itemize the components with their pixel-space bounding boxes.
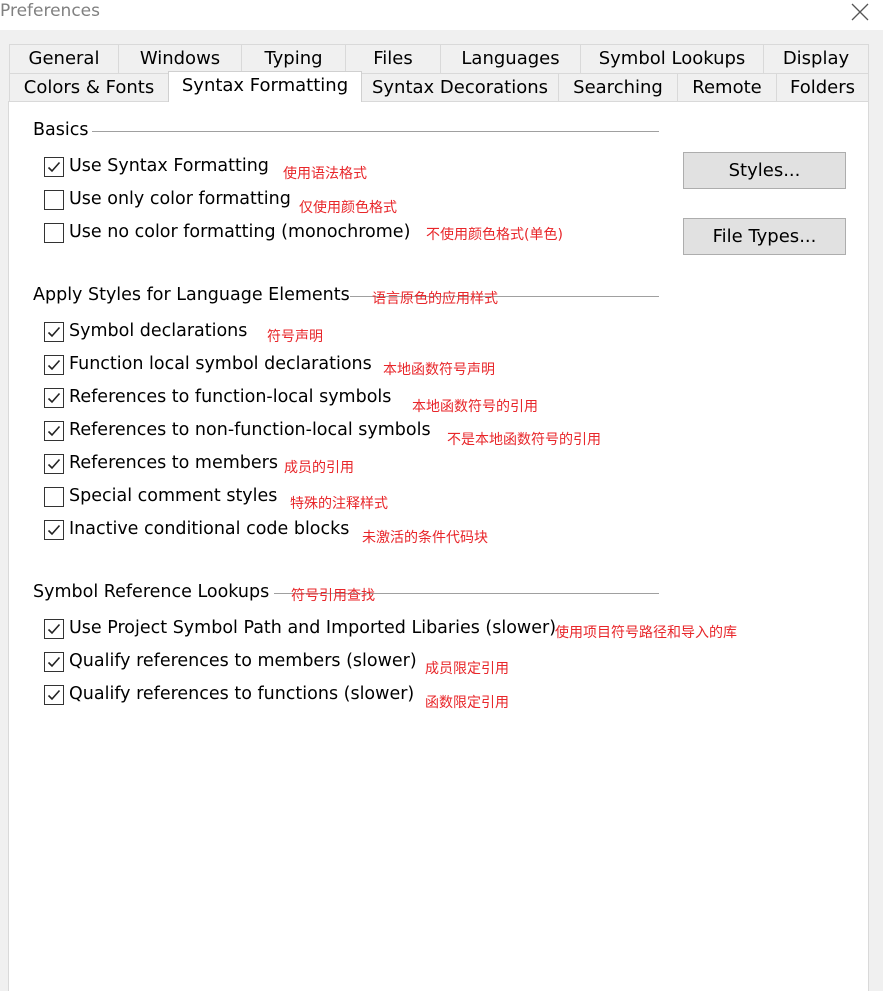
checkmark-icon [47, 392, 61, 404]
checkbox-box[interactable] [44, 355, 64, 375]
checkbox-box[interactable] [44, 322, 64, 342]
tab-typing[interactable]: Typing [241, 44, 346, 73]
close-icon [851, 3, 869, 21]
annotation-note: 特殊的注释样式 [290, 496, 388, 512]
tab-general[interactable]: General [9, 44, 119, 73]
checkmark-icon [47, 359, 61, 371]
annotation-note: 函数限定引用 [425, 695, 509, 711]
checkbox-box[interactable] [44, 454, 64, 474]
checkbox-label: Use Syntax Formatting [69, 156, 269, 176]
group-header-apply-styles: Apply Styles for Language Elements [33, 285, 350, 305]
window-title: Preferences [0, 1, 100, 21]
checkbox-label: Special comment styles [69, 486, 278, 506]
annotation-note: 不是本地函数符号的引用 [447, 432, 601, 448]
annotation-note: 仅使用颜色格式 [299, 200, 397, 216]
annotation-note: 本地函数符号的引用 [412, 399, 538, 415]
checkmark-icon [47, 326, 61, 338]
checkmark-icon [47, 689, 61, 701]
tab-searching[interactable]: Searching [558, 73, 678, 102]
tab-syntax-decorations[interactable]: Syntax Decorations [361, 73, 559, 102]
tab-colors-fonts[interactable]: Colors & Fonts [9, 73, 169, 102]
tab-syntax-formatting[interactable]: Syntax Formatting [168, 71, 362, 102]
group-header-basics: Basics [33, 120, 89, 140]
checkbox-box[interactable] [44, 520, 64, 540]
tab-files[interactable]: Files [345, 44, 441, 73]
title-bar: Preferences [0, 0, 883, 30]
annotation-note: 符号引用查找 [291, 588, 375, 604]
checkbox-box[interactable] [44, 388, 64, 408]
checkbox-label: References to function-local symbols [69, 387, 392, 407]
tab-windows[interactable]: Windows [118, 44, 242, 73]
checkbox-box[interactable] [44, 157, 64, 177]
tab-display[interactable]: Display [763, 44, 869, 73]
checkbox-label: Symbol declarations [69, 321, 248, 341]
checkbox-box[interactable] [44, 223, 64, 243]
annotation-note: 成员的引用 [284, 460, 354, 476]
checkmark-icon [47, 524, 61, 536]
checkmark-icon [47, 656, 61, 668]
annotation-note: 语言原色的应用样式 [372, 291, 498, 307]
annotation-note: 未激活的条件代码块 [362, 530, 488, 546]
annotation-note: 本地函数符号声明 [383, 362, 495, 378]
annotation-note: 符号声明 [267, 329, 323, 345]
checkbox-label: Qualify references to functions (slower) [69, 684, 415, 704]
annotation-note: 使用语法格式 [283, 166, 367, 182]
checkbox-label: Use no color formatting (monochrome) [69, 222, 411, 242]
group-header-symbol-lookups: Symbol Reference Lookups [33, 582, 270, 602]
checkbox-label: Inactive conditional code blocks [69, 519, 350, 539]
tab-folders[interactable]: Folders [776, 73, 869, 102]
annotation-note: 不使用颜色格式(单色) [426, 227, 563, 243]
checkmark-icon [47, 161, 61, 173]
checkbox-label: Use only color formatting [69, 189, 291, 209]
checkbox-label: References to members [69, 453, 278, 473]
checkbox-label: Use Project Symbol Path and Imported Lib… [69, 618, 557, 638]
checkbox-label: Function local symbol declarations [69, 354, 372, 374]
checkbox-box[interactable] [44, 421, 64, 441]
checkbox-box[interactable] [44, 190, 64, 210]
checkbox-box[interactable] [44, 685, 64, 705]
file-types-button[interactable]: File Types... [683, 218, 846, 255]
tab-languages[interactable]: Languages [440, 44, 581, 73]
checkbox-box[interactable] [44, 652, 64, 672]
checkbox-label: Qualify references to members (slower) [69, 651, 417, 671]
checkbox-label: References to non-function-local symbols [69, 420, 431, 440]
checkbox-box[interactable] [44, 619, 64, 639]
tab-symbol-lookups[interactable]: Symbol Lookups [580, 44, 764, 73]
annotation-note: 使用项目符号路径和导入的库 [555, 625, 737, 641]
checkmark-icon [47, 458, 61, 470]
checkmark-icon [47, 623, 61, 635]
checkmark-icon [47, 425, 61, 437]
checkbox-box[interactable] [44, 487, 64, 507]
group-divider [92, 131, 659, 132]
styles-button[interactable]: Styles... [683, 152, 846, 189]
annotation-note: 成员限定引用 [425, 661, 509, 677]
tab-remote[interactable]: Remote [677, 73, 777, 102]
close-button[interactable] [846, 0, 874, 24]
